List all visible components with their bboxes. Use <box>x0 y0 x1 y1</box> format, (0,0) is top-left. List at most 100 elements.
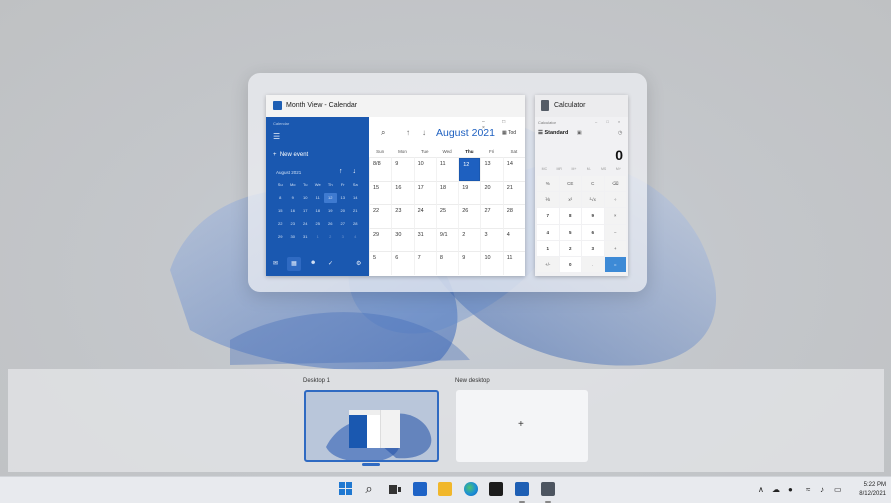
day-cell[interactable]: 23 <box>391 204 414 228</box>
day-cell[interactable]: 20 <box>480 180 503 205</box>
file-explorer-icon[interactable] <box>438 482 452 496</box>
mini-day[interactable]: 2 <box>324 232 337 242</box>
calculator-key[interactable]: 2 <box>559 240 581 256</box>
calendar-icon[interactable]: ▦ <box>287 257 301 271</box>
next-month-button[interactable]: ↓ <box>422 128 426 137</box>
hamburger-icon[interactable]: ☰ <box>273 132 280 141</box>
mini-day[interactable]: 3 <box>337 232 350 242</box>
calculator-key[interactable]: CE <box>559 176 581 192</box>
mini-day[interactable]: 18 <box>312 206 325 216</box>
day-cell[interactable]: 10 <box>413 157 436 181</box>
mini-day[interactable]: 11 <box>312 193 325 203</box>
calculator-key[interactable]: − <box>604 224 626 240</box>
mini-day[interactable]: 30 <box>287 232 300 242</box>
day-cell[interactable]: 25 <box>435 204 459 228</box>
start-icon[interactable] <box>339 482 353 496</box>
day-cell[interactable]: 6 <box>391 251 414 275</box>
mini-day[interactable]: 13 <box>337 193 350 203</box>
calculator-key[interactable]: 9 <box>582 208 604 224</box>
mini-day[interactable]: 29 <box>274 232 287 242</box>
day-cell[interactable]: 9 <box>458 251 481 275</box>
mini-day[interactable]: 4 <box>349 232 362 242</box>
mini-day[interactable]: 22 <box>274 219 287 229</box>
mini-day[interactable]: 31 <box>299 232 312 242</box>
onedrive-icon[interactable]: ☁ <box>772 485 780 494</box>
mini-day[interactable]: 27 <box>337 219 350 229</box>
memory-key[interactable]: MC <box>537 167 552 171</box>
desktop-1-thumbnail[interactable] <box>304 390 439 462</box>
calculator-taskbar-icon[interactable] <box>541 482 555 496</box>
calculator-key[interactable]: x² <box>559 192 581 208</box>
day-cell[interactable]: 2 <box>458 227 481 252</box>
calendar-window[interactable]: Month View - Calendar Calendar ☰ + New e… <box>266 95 525 276</box>
mini-day[interactable]: 26 <box>324 219 337 229</box>
show-hidden-icons-icon[interactable]: ∧ <box>758 485 764 494</box>
memory-key[interactable]: M+ <box>567 167 582 171</box>
mini-day[interactable]: 28 <box>349 219 362 229</box>
day-cell[interactable]: 11 <box>435 157 459 181</box>
day-cell[interactable]: 7 <box>413 251 436 275</box>
day-cell[interactable]: 8 <box>435 251 459 275</box>
mini-day[interactable]: 12 <box>324 193 337 203</box>
battery-icon[interactable]: ▭ <box>834 485 842 494</box>
day-cell[interactable]: 31 <box>413 227 436 252</box>
calculator-key[interactable]: 5 <box>559 224 581 240</box>
calculator-key[interactable]: ⌫ <box>604 176 626 192</box>
day-cell[interactable]: 27 <box>480 204 503 228</box>
day-cell[interactable]: 9/1 <box>435 227 459 252</box>
today-button[interactable]: ▦ Tod <box>502 130 516 136</box>
people-icon[interactable]: ☻ <box>310 260 316 266</box>
calculator-key[interactable]: ²√x <box>582 192 604 208</box>
day-cell[interactable]: 19 <box>458 180 481 205</box>
day-cell[interactable]: 13 <box>480 157 503 181</box>
mini-day[interactable]: 16 <box>287 206 300 216</box>
day-cell[interactable]: 30 <box>391 227 414 252</box>
day-cell[interactable]: 15 <box>369 180 392 205</box>
mini-day[interactable]: 23 <box>287 219 300 229</box>
day-cell[interactable]: 12 <box>458 157 481 181</box>
edge-icon[interactable] <box>464 482 478 496</box>
calculator-key[interactable]: C <box>582 176 604 192</box>
calculator-key[interactable]: × <box>604 208 626 224</box>
day-cell[interactable]: 18 <box>435 180 459 205</box>
previous-month-button[interactable]: ↑ <box>406 128 410 137</box>
day-cell[interactable]: 24 <box>413 204 436 228</box>
history-icon[interactable]: ◷ <box>618 130 622 136</box>
calculator-key[interactable]: + <box>604 240 626 256</box>
clock[interactable]: 5:22 PM 8/12/2021 <box>850 481 886 499</box>
mini-day[interactable]: 14 <box>349 193 362 203</box>
calculator-window-controls[interactable]: – □ × <box>595 119 624 124</box>
calculator-key[interactable]: . <box>582 256 604 273</box>
mini-day[interactable]: 15 <box>274 206 287 216</box>
mini-day[interactable]: 21 <box>349 206 362 216</box>
calculator-key[interactable]: 8 <box>559 208 581 224</box>
mini-day[interactable]: 9 <box>287 193 300 203</box>
mini-day[interactable]: 24 <box>299 219 312 229</box>
mini-month-nav[interactable]: ↑ ↓ <box>339 168 360 175</box>
day-cell[interactable]: 4 <box>502 227 525 252</box>
calculator-key[interactable]: = <box>604 256 626 273</box>
day-cell[interactable]: 3 <box>480 227 503 252</box>
wifi-icon[interactable]: ≈ <box>806 485 810 494</box>
calculator-key[interactable]: 3 <box>582 240 604 256</box>
calculator-key[interactable]: 7 <box>537 208 559 224</box>
day-cell[interactable]: 26 <box>458 204 481 228</box>
memory-key[interactable]: MR <box>552 167 567 171</box>
security-icon[interactable]: ● <box>788 485 793 494</box>
mail-icon[interactable]: ✉ <box>273 260 278 267</box>
calendar-taskbar-icon[interactable] <box>515 482 529 496</box>
calculator-key[interactable]: 0 <box>559 256 581 273</box>
memory-key[interactable]: M- <box>581 167 596 171</box>
calendar-titlebar[interactable]: Month View - Calendar <box>266 95 525 117</box>
settings-icon[interactable]: ⚙ <box>356 260 361 267</box>
calculator-mode[interactable]: ☰ Standard <box>538 130 568 136</box>
new-desktop-button[interactable]: + <box>456 390 588 462</box>
todo-icon[interactable]: ✓ <box>328 260 333 267</box>
day-cell[interactable]: 22 <box>369 204 392 228</box>
mini-day[interactable]: 20 <box>337 206 350 216</box>
day-cell[interactable]: 9 <box>391 157 414 181</box>
widgets-icon[interactable] <box>413 482 427 496</box>
memory-key[interactable]: M˅ <box>611 167 626 171</box>
task-view-icon[interactable] <box>388 482 402 496</box>
day-cell[interactable]: 17 <box>413 180 436 205</box>
